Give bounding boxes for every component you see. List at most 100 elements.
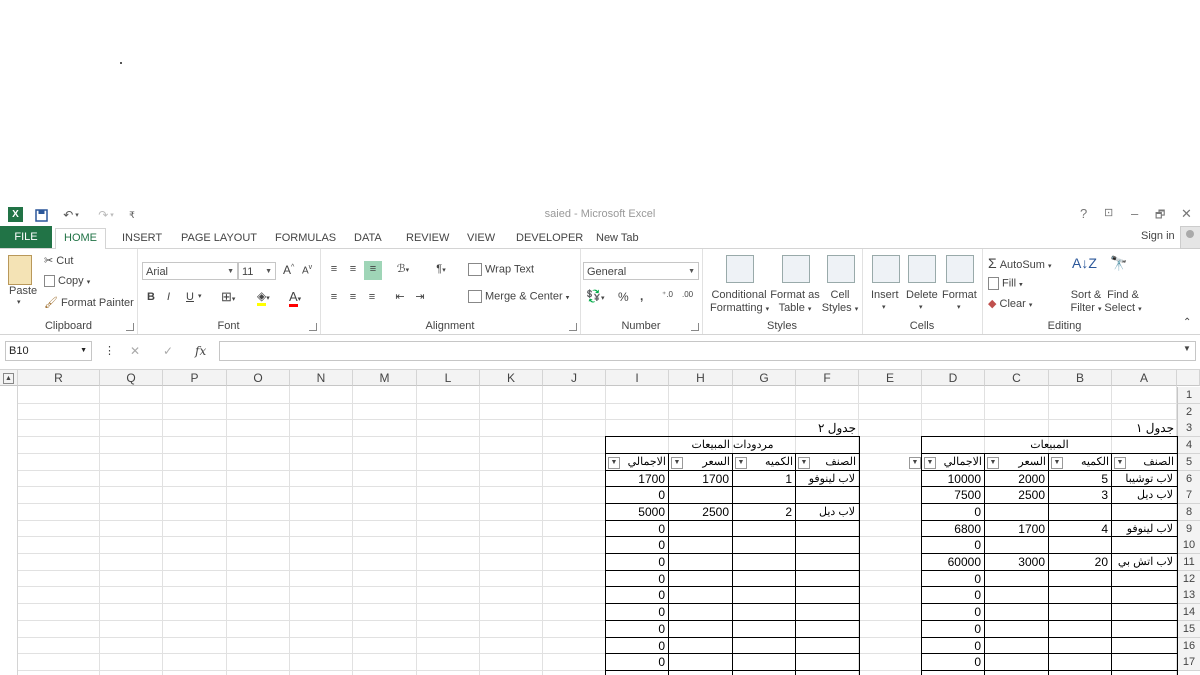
row-header-15[interactable]: 15 [1177, 620, 1200, 638]
table2-cell[interactable]: 2500 [669, 504, 729, 520]
format-cells-icon[interactable] [946, 255, 974, 283]
align-left-icon[interactable]: ≡ [326, 289, 342, 305]
column-header-p[interactable]: P [163, 370, 227, 386]
percent-button[interactable]: % [618, 290, 629, 304]
tab-insert[interactable]: INSERT [122, 229, 162, 248]
table2-cell[interactable]: 0 [606, 587, 665, 603]
tab-data[interactable]: DATA [354, 229, 382, 248]
insert-dropdown-icon[interactable]: ▾ [882, 303, 886, 311]
format-as-table-icon[interactable] [782, 255, 810, 283]
table1-cell[interactable]: 1700 [985, 521, 1045, 537]
decrease-indent-icon[interactable]: ⇤ [392, 289, 408, 305]
sort-filter-icon[interactable]: A↓Z [1072, 255, 1098, 281]
close-icon[interactable]: ✕ [1181, 206, 1192, 222]
cut-button[interactable]: ✂ Cut [44, 254, 73, 267]
minimize-icon[interactable]: – [1131, 206, 1138, 221]
font-color-icon[interactable]: A▾ [289, 289, 301, 307]
delete-button[interactable]: Delete [906, 289, 938, 301]
row-header-9[interactable]: 9 [1177, 520, 1200, 538]
table1-cell[interactable]: 5 [1049, 471, 1108, 487]
number-format-select[interactable]: General ▼ [583, 262, 699, 280]
table1-cell[interactable]: 6800 [922, 521, 981, 537]
table1-cell[interactable]: لاب ديل [1112, 487, 1173, 503]
table1-cell[interactable]: 10000 [922, 471, 981, 487]
font-launcher-icon[interactable] [309, 323, 317, 331]
row-header-8[interactable]: 8 [1177, 503, 1200, 521]
comma-button[interactable]: , [640, 289, 643, 303]
table1-cell[interactable]: 0 [922, 604, 981, 620]
table2-cell[interactable]: 0 [606, 554, 665, 570]
column-header-h[interactable]: H [669, 370, 733, 386]
underline-button[interactable]: U [186, 291, 194, 303]
row-header-13[interactable]: 13 [1177, 587, 1200, 605]
row-header-6[interactable]: 6 [1177, 470, 1200, 488]
insert-function-icon[interactable]: fx [195, 344, 206, 358]
column-header-k[interactable]: K [480, 370, 543, 386]
row-header-3[interactable]: 3 [1177, 420, 1200, 438]
delete-dropdown-icon[interactable]: ▾ [919, 303, 923, 311]
bottom-align-icon[interactable]: ≡ [364, 261, 382, 280]
increase-decimal-icon[interactable]: ⁺.0 [662, 290, 673, 299]
insert-cells-icon[interactable] [872, 255, 900, 283]
align-center-icon[interactable]: ≡ [345, 289, 361, 305]
table1-cell[interactable]: 20 [1049, 554, 1108, 570]
table2-cell[interactable]: 1700 [606, 471, 665, 487]
conditional-formatting-icon[interactable] [726, 255, 754, 283]
merge-center-button[interactable]: Merge & Center ▾ [468, 290, 569, 303]
table1-cell[interactable]: 0 [922, 537, 981, 553]
row-header-2[interactable]: 2 [1177, 403, 1200, 421]
paste-dropdown-icon[interactable]: ▾ [17, 298, 21, 306]
font-name-select[interactable]: Arial ▼ [142, 262, 238, 280]
column-header-l[interactable]: L [417, 370, 480, 386]
table2-cell[interactable]: 1 [733, 471, 792, 487]
column-header-d[interactable]: D [922, 370, 985, 386]
table1-filter-0-icon[interactable]: ▼ [1114, 456, 1126, 469]
formula-bar-options-icon[interactable]: ⋮ [104, 344, 115, 357]
table1-cell[interactable]: لاب اتش بي [1112, 554, 1173, 570]
conditional-formatting-button[interactable]: Conditional Formatting ▾ [710, 289, 769, 316]
worksheet-grid[interactable]: ▲ R Q P O N M L K J I H G F E D C B A 1 2 3 4 5 6 7 8 9 10 11 12 13 14 1… [0, 370, 1200, 675]
table1-cell[interactable]: لاب لينوفو [1112, 521, 1173, 537]
table1-filter-3-icon[interactable]: ▼ [924, 456, 936, 469]
column-header-a[interactable]: A [1112, 370, 1177, 386]
wrap-text-button[interactable]: Wrap Text [468, 263, 534, 276]
format-dropdown-icon[interactable]: ▾ [957, 303, 961, 311]
avatar-icon[interactable] [1180, 226, 1200, 249]
delete-cells-icon[interactable] [908, 255, 936, 283]
decrease-decimal-icon[interactable]: .00 [682, 290, 693, 299]
table2-cell[interactable]: 1700 [669, 471, 729, 487]
table2-extra-filter-icon[interactable]: ▼ [909, 456, 921, 469]
scroll-left-icon[interactable]: ▲ [3, 373, 14, 384]
grow-font-icon[interactable]: A^ [283, 263, 294, 277]
column-header-b[interactable]: B [1049, 370, 1112, 386]
table1-cell[interactable]: 2000 [985, 471, 1045, 487]
tab-developer[interactable]: DEVELOPER [516, 229, 583, 248]
currency-icon[interactable]: 💱▾ [586, 289, 604, 303]
underline-dropdown-icon[interactable]: ▾ [198, 292, 202, 300]
sort-filter-button[interactable]: Sort & Filter ▾ [1068, 289, 1104, 316]
row-header-16[interactable]: 16 [1177, 637, 1200, 655]
top-align-icon[interactable]: ≡ [326, 261, 342, 277]
table1-filter-2-icon[interactable]: ▼ [987, 456, 999, 469]
table1-cell[interactable]: 7500 [922, 487, 981, 503]
column-header-f[interactable]: F [796, 370, 859, 386]
column-header-o[interactable]: O [227, 370, 290, 386]
tab-new-tab[interactable]: New Tab [596, 229, 639, 248]
table1-cell[interactable]: 0 [922, 638, 981, 654]
column-header-g[interactable]: G [733, 370, 796, 386]
middle-align-icon[interactable]: ≡ [345, 261, 361, 277]
column-header-c[interactable]: C [985, 370, 1049, 386]
expand-formula-icon[interactable]: ▼ [1183, 344, 1191, 353]
table2-cell[interactable]: 2 [733, 504, 792, 520]
table2-cell[interactable]: لاب ديل [796, 504, 855, 520]
bold-button[interactable]: B [147, 291, 155, 303]
shrink-font-icon[interactable]: Av [302, 264, 312, 276]
sign-in-link[interactable]: Sign in [1141, 230, 1175, 242]
table1-cell[interactable]: 0 [922, 571, 981, 587]
table2-cell[interactable]: 0 [606, 654, 665, 670]
name-box[interactable]: B10 ▼ [5, 341, 92, 361]
column-header-m[interactable]: M [353, 370, 417, 386]
table2-cell[interactable]: 0 [606, 638, 665, 654]
number-launcher-icon[interactable] [691, 323, 699, 331]
row-header-11[interactable]: 11 [1177, 554, 1200, 571]
